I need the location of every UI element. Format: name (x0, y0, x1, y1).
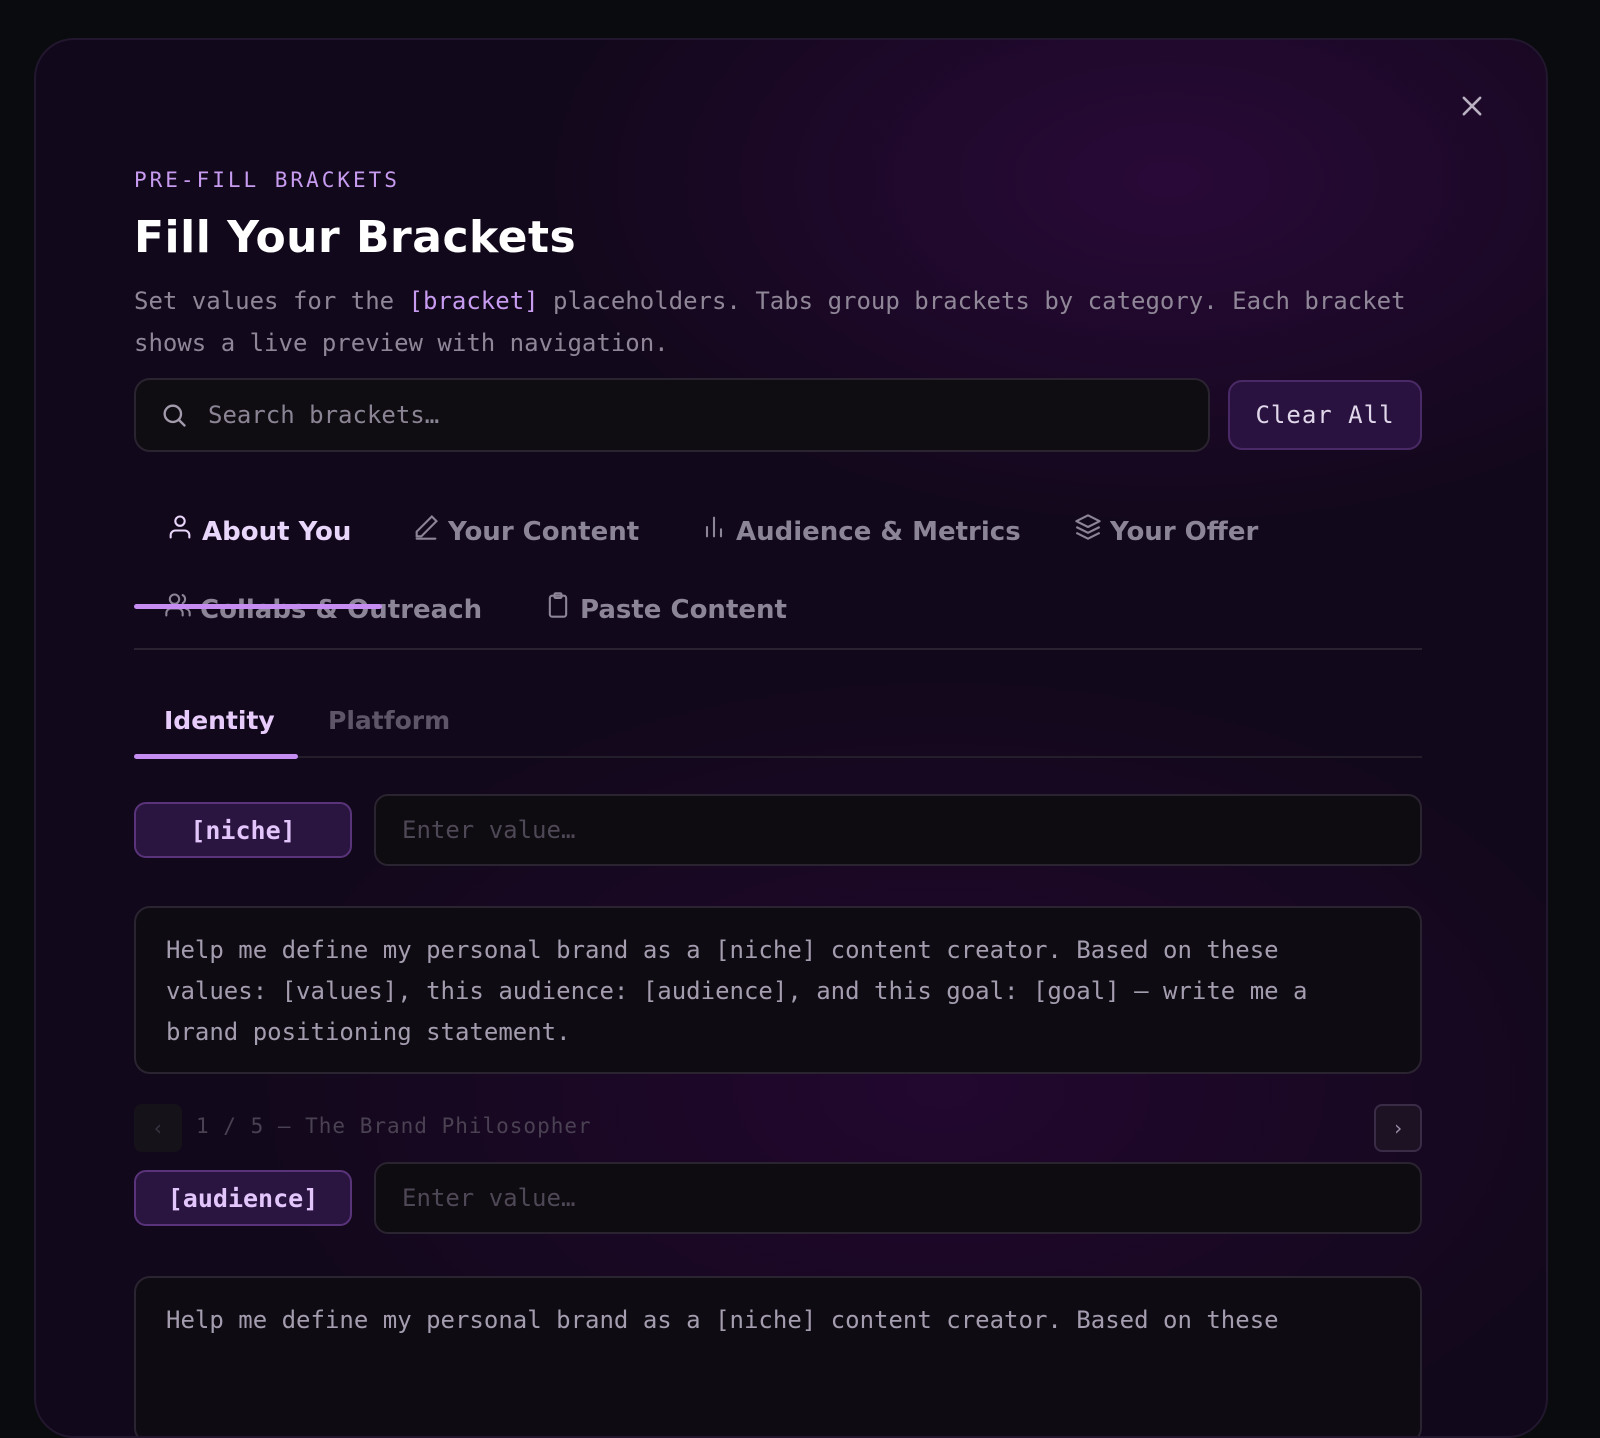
bracket-preview: Help me define my personal brand as a [n… (134, 1276, 1422, 1436)
search-icon (163, 404, 186, 427)
preview-navigation: ‹ 1 / 5 — The Brand Philosopher › (134, 1104, 1422, 1152)
tab-about-you[interactable]: About You (166, 496, 351, 568)
bracket-tag-niche: [niche] (134, 802, 352, 858)
search-bar (134, 378, 1210, 452)
tab-paste-content[interactable]: Paste Content (544, 574, 787, 646)
bar-chart-icon (705, 516, 723, 538)
tab-label: Your Content (448, 517, 640, 547)
tab-label: Paste Content (580, 595, 787, 625)
pencil-icon (415, 515, 438, 540)
tab-your-offer[interactable]: Your Offer (1074, 496, 1258, 568)
tab-label: About You (202, 517, 352, 547)
modal-kicker: PRE-FILL BRACKETS (134, 168, 400, 192)
description-highlight: [bracket] (408, 287, 539, 315)
close-button[interactable] (1458, 92, 1486, 120)
tab-label: Collabs & Outreach (200, 595, 483, 625)
fill-brackets-modal: PRE-FILL BRACKETS Fill Your Brackets Set… (34, 38, 1548, 1438)
description-text: Set values for the (134, 287, 409, 315)
tab-audience-metrics[interactable]: Audience & Metrics (700, 496, 1021, 568)
close-icon (1462, 96, 1482, 116)
category-tabs: About You Your Content Audience & Metric… (134, 496, 1422, 650)
tab-label: Your Offer (1110, 517, 1259, 547)
subtab-platform[interactable]: Platform (328, 706, 450, 735)
preview-next-button[interactable]: › (1374, 1104, 1422, 1152)
user-icon (169, 515, 191, 539)
audience-value-input[interactable] (374, 1162, 1422, 1234)
preview-position-label: 1 / 5 — The Brand Philosopher (196, 1114, 592, 1138)
bracket-tag-audience: [audience] (134, 1170, 352, 1226)
modal-title: Fill Your Brackets (134, 212, 577, 263)
layers-icon (1075, 514, 1101, 540)
tab-your-content[interactable]: Your Content (412, 496, 639, 568)
clipboard-icon (548, 592, 568, 618)
subcategory-tabs: Identity Platform (134, 690, 1422, 759)
modal-description: Set values for the [bracket] placeholder… (134, 280, 1434, 364)
tab-collabs-outreach[interactable]: Collabs & Outreach (164, 574, 482, 646)
preview-prev-button[interactable]: ‹ (134, 1104, 182, 1152)
search-input[interactable] (188, 380, 1208, 450)
bracket-preview: Help me define my personal brand as a [n… (134, 906, 1422, 1074)
niche-value-input[interactable] (374, 794, 1422, 866)
clear-all-button[interactable]: Clear All (1228, 380, 1422, 450)
active-tab-indicator (134, 604, 382, 609)
subtab-identity[interactable]: Identity (164, 706, 275, 735)
tab-label: Audience & Metrics (736, 517, 1021, 547)
active-subtab-indicator (134, 754, 298, 759)
